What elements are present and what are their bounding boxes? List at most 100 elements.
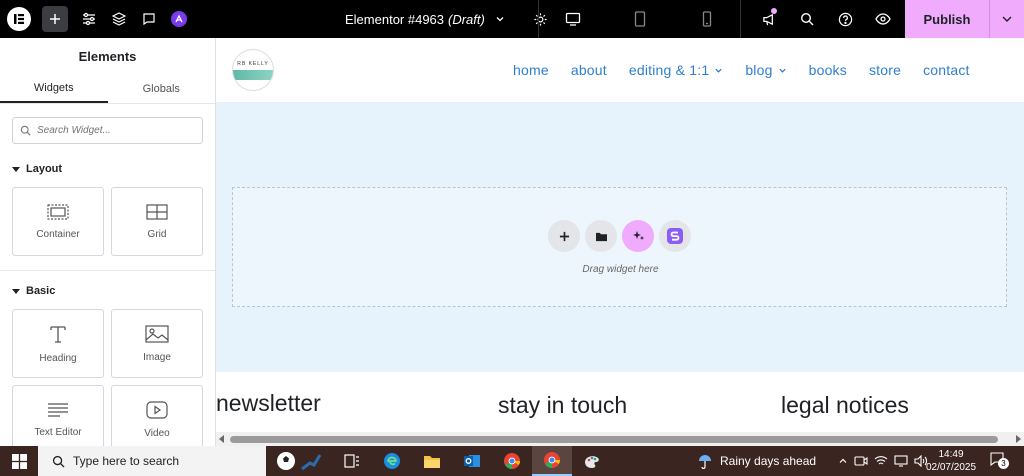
site-logo[interactable]: RB KELLY xyxy=(232,49,274,91)
layout-widgets: Container Grid xyxy=(0,181,215,266)
nav-item-editing[interactable]: editing & 1:1 xyxy=(629,62,723,78)
chrome-icon xyxy=(504,453,520,469)
scrollbar-thumb[interactable] xyxy=(230,436,998,443)
paint-app[interactable] xyxy=(572,446,612,476)
chrome-profile-app[interactable] xyxy=(532,446,572,476)
horizontal-scrollbar[interactable] xyxy=(216,432,1024,446)
edge-app[interactable] xyxy=(372,446,412,476)
grid-icon xyxy=(146,203,168,220)
heading-icon xyxy=(50,325,66,343)
plus-icon xyxy=(50,14,60,24)
widget-search-input[interactable] xyxy=(37,125,187,136)
nav-label: books xyxy=(808,62,847,78)
logo-text: RB KELLY xyxy=(237,60,269,67)
tablet-icon xyxy=(634,11,645,27)
nav-item-books[interactable]: books xyxy=(809,62,847,78)
add-element-button[interactable] xyxy=(42,6,68,32)
start-button[interactable] xyxy=(0,446,38,476)
widget-label: Video xyxy=(144,427,170,439)
footer-heading-newsletter: newsletter xyxy=(216,390,321,416)
document-status: (Draft) xyxy=(448,11,485,27)
panel-tabs: Widgets Globals xyxy=(0,74,215,104)
clock-time: 14:49 xyxy=(938,449,964,460)
chevron-down-icon xyxy=(778,68,786,73)
nav-item-home[interactable]: home xyxy=(513,62,549,78)
ai-button[interactable] xyxy=(164,0,194,38)
desktop-view-button[interactable] xyxy=(539,0,606,38)
widget-grid[interactable]: Grid xyxy=(111,187,203,256)
elements-panel: Elements Widgets Globals Layout Containe… xyxy=(0,38,216,446)
weather-text[interactable]: Rainy days ahead xyxy=(720,454,816,468)
notification-count: 3 xyxy=(998,458,1009,469)
chevron-up-icon[interactable] xyxy=(838,456,848,466)
footer-heading-legal: legal notices xyxy=(781,392,909,418)
image-icon xyxy=(145,324,169,343)
publish-button[interactable]: Publish xyxy=(905,0,989,38)
finder-button[interactable] xyxy=(788,0,826,38)
tablet-view-button[interactable] xyxy=(606,0,673,38)
mobile-icon xyxy=(702,11,711,27)
document-title-button[interactable]: Elementor #4963 (Draft) xyxy=(345,0,548,38)
responsive-mode-switcher xyxy=(538,0,741,38)
drop-zone-actions xyxy=(548,220,691,252)
comments-button[interactable] xyxy=(134,0,164,38)
section-title: Layout xyxy=(26,163,63,175)
section-header-layout[interactable]: Layout xyxy=(0,157,215,181)
scroll-right-icon[interactable] xyxy=(1016,435,1021,443)
ai-logo-icon xyxy=(171,11,187,27)
nav-item-blog[interactable]: blog xyxy=(745,62,786,78)
windows-taskbar: Type here to search Rainy days ahead 14:… xyxy=(0,446,1024,476)
outlook-icon xyxy=(464,455,480,467)
preview-canvas: RB KELLY home about editing & 1:1 blog b… xyxy=(216,38,1024,446)
widget-search xyxy=(12,117,203,144)
chrome-app[interactable] xyxy=(492,446,532,476)
notifications-button[interactable] xyxy=(750,0,788,38)
mobile-view-button[interactable] xyxy=(673,0,740,38)
tab-widgets[interactable]: Widgets xyxy=(0,74,108,103)
widget-video[interactable]: Video xyxy=(111,385,203,446)
nav-item-store[interactable]: store xyxy=(869,62,901,78)
display-icon[interactable] xyxy=(894,455,908,467)
notification-center-button[interactable]: 3 xyxy=(990,452,1010,470)
clock[interactable]: 14:49 02/07/2025 xyxy=(916,448,986,476)
scroll-left-icon[interactable] xyxy=(219,435,224,443)
add-template-button[interactable] xyxy=(585,220,617,252)
nav-label: blog xyxy=(745,62,773,78)
widget-text-editor[interactable]: Text Editor xyxy=(12,385,104,446)
help-button[interactable] xyxy=(826,0,864,38)
widget-heading[interactable]: Heading xyxy=(12,309,104,378)
plus-icon xyxy=(559,231,569,241)
publish-options-button[interactable] xyxy=(989,0,1024,38)
camera-icon[interactable] xyxy=(854,455,868,467)
starter-templates-button[interactable] xyxy=(659,220,691,252)
news-widget-button[interactable] xyxy=(266,446,332,476)
outlook-app[interactable] xyxy=(452,446,492,476)
section-header-basic[interactable]: Basic xyxy=(0,279,215,303)
widget-image[interactable]: Image xyxy=(111,309,203,378)
network-icon[interactable] xyxy=(874,455,888,467)
file-explorer-app[interactable] xyxy=(412,446,452,476)
elementor-menu-button[interactable] xyxy=(0,0,38,38)
tab-globals[interactable]: Globals xyxy=(108,74,216,103)
sparkle-icon xyxy=(633,231,644,240)
task-view-button[interactable] xyxy=(332,446,372,476)
task-view-icon xyxy=(344,454,359,468)
s-logo-icon xyxy=(667,228,683,244)
nav-label: home xyxy=(513,62,549,78)
nav-item-about[interactable]: about xyxy=(571,62,607,78)
widget-container[interactable]: Container xyxy=(12,187,104,256)
section-divider xyxy=(0,270,215,271)
structure-button[interactable] xyxy=(104,0,134,38)
widget-label: Text Editor xyxy=(34,426,82,438)
publish-group: Publish xyxy=(905,0,1024,38)
ai-generate-button[interactable] xyxy=(622,220,654,252)
nav-label: store xyxy=(868,62,902,78)
preview-button[interactable] xyxy=(864,0,902,38)
taskbar-search[interactable]: Type here to search xyxy=(38,446,266,476)
site-settings-button[interactable] xyxy=(74,0,104,38)
add-section-button[interactable] xyxy=(548,220,580,252)
comment-icon xyxy=(143,13,155,26)
site-nav: home about editing & 1:1 blog books stor… xyxy=(513,38,970,102)
drop-zone[interactable]: Drag widget here xyxy=(232,187,1007,307)
nav-item-contact[interactable]: contact xyxy=(923,62,970,78)
